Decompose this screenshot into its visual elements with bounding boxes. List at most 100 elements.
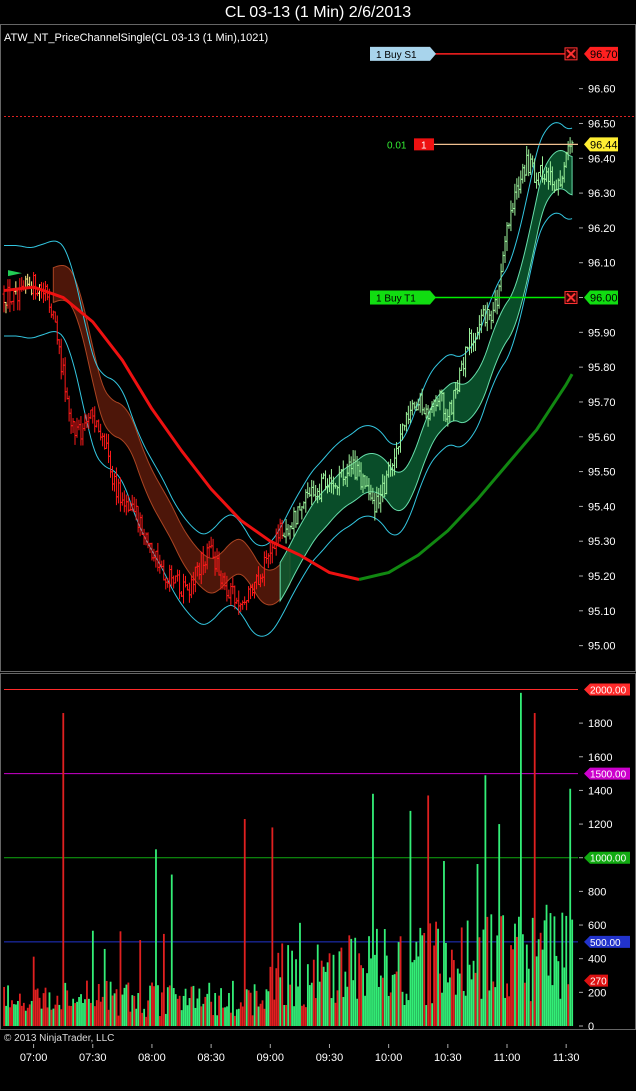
volume-bar bbox=[393, 974, 396, 1026]
price-tick-label: 96.20 bbox=[588, 223, 616, 235]
volume-bar bbox=[316, 944, 319, 1026]
order-label-arrow bbox=[430, 46, 436, 61]
volume-bar bbox=[523, 982, 526, 1026]
volume-bar bbox=[125, 984, 128, 1026]
volume-bar bbox=[208, 982, 211, 1026]
volume-bar bbox=[389, 992, 392, 1026]
last-volume-label: 270 bbox=[590, 977, 607, 988]
volume-bar bbox=[239, 1002, 242, 1026]
volume-bar bbox=[364, 995, 366, 1026]
volume-bar bbox=[360, 965, 363, 1026]
volume-bar bbox=[212, 1015, 215, 1026]
volume-bar bbox=[50, 1009, 53, 1026]
volume-bar bbox=[476, 864, 479, 1026]
volume-bar bbox=[139, 940, 142, 1026]
volume-bar bbox=[44, 987, 47, 1026]
volume-bar bbox=[82, 1002, 84, 1026]
volume-bar bbox=[121, 994, 124, 1026]
volume-bar bbox=[314, 998, 317, 1026]
volume-bar bbox=[303, 1004, 305, 1026]
volume-bar bbox=[70, 1005, 73, 1026]
volume-bar bbox=[281, 943, 284, 1026]
volume-bar bbox=[433, 945, 436, 1026]
volume-bar bbox=[196, 998, 199, 1026]
volume-bar bbox=[527, 968, 530, 1026]
volume-bar bbox=[510, 945, 512, 1026]
volume-bar bbox=[397, 942, 400, 1026]
volume-bar bbox=[417, 956, 420, 1026]
volume-bar bbox=[80, 994, 82, 1026]
volume-bar bbox=[127, 982, 130, 1026]
volume-bar bbox=[287, 945, 290, 1026]
volume-bar bbox=[56, 995, 59, 1026]
volume-bar bbox=[243, 819, 246, 1026]
volume-bar bbox=[445, 942, 447, 1026]
volume-bar bbox=[210, 1001, 213, 1026]
volume-bar bbox=[283, 1005, 286, 1026]
channel-band-green bbox=[279, 149, 573, 603]
volume-bar bbox=[381, 977, 384, 1026]
volume-bar bbox=[508, 996, 510, 1026]
volume-bar bbox=[435, 921, 437, 1026]
volume-bar bbox=[346, 986, 349, 1026]
volume-bar bbox=[123, 987, 126, 1026]
volume-hline-label: 500.00 bbox=[590, 938, 621, 949]
volume-bar bbox=[529, 1001, 532, 1026]
volume-bar bbox=[218, 995, 221, 1026]
volume-bar bbox=[26, 1007, 29, 1026]
volume-bar bbox=[563, 967, 566, 1026]
volume-bar bbox=[192, 985, 195, 1026]
volume-bar bbox=[237, 1008, 240, 1026]
volume-bar bbox=[66, 990, 69, 1026]
volume-bar bbox=[324, 971, 327, 1026]
price-tick-label: 96.10 bbox=[588, 258, 616, 270]
volume-bar bbox=[180, 1010, 183, 1026]
volume-bar bbox=[200, 1006, 203, 1026]
time-tick-label: 08:00 bbox=[138, 1052, 166, 1064]
volume-bar bbox=[164, 1013, 167, 1026]
volume-bar bbox=[22, 1002, 25, 1026]
volume-bar bbox=[68, 1005, 71, 1026]
volume-bar bbox=[301, 1005, 303, 1026]
volume-bar bbox=[162, 933, 165, 1026]
volume-bar bbox=[216, 1015, 219, 1026]
volume-bar bbox=[486, 916, 489, 1026]
volume-hline-label: 1000.00 bbox=[590, 854, 627, 865]
time-tick-label: 08:30 bbox=[197, 1052, 225, 1064]
volume-bar bbox=[204, 996, 207, 1026]
volume-bar bbox=[415, 941, 418, 1026]
volume-bar bbox=[13, 1004, 15, 1026]
volume-bar bbox=[310, 982, 313, 1026]
copyright-label: © 2013 NinjaTrader, LLC bbox=[4, 1033, 115, 1044]
volume-bar bbox=[456, 968, 459, 1026]
volume-tick-label: 1800 bbox=[588, 718, 612, 730]
volume-bar bbox=[334, 1002, 337, 1026]
volume-bar bbox=[299, 922, 301, 1026]
volume-bar bbox=[429, 923, 432, 1026]
volume-bar bbox=[58, 1004, 61, 1026]
volume-bar bbox=[304, 1007, 307, 1026]
volume-bar bbox=[518, 916, 520, 1026]
volume-bar bbox=[547, 975, 550, 1026]
price-tick-label: 95.80 bbox=[588, 362, 616, 374]
order-label: 1 Buy S1 bbox=[376, 50, 417, 61]
chart-canvas[interactable]: 95.00 95.10 95.20 95.30 95.40 95.50 95.60 95.70… bbox=[0, 0, 636, 1091]
volume-bar bbox=[494, 987, 497, 1026]
volume-bar bbox=[557, 961, 560, 1026]
volume-bar bbox=[153, 986, 155, 1026]
volume-bar bbox=[447, 982, 449, 1026]
volume-bar bbox=[350, 938, 353, 1026]
time-tick-label: 11:30 bbox=[553, 1052, 580, 1064]
volume-bar bbox=[267, 991, 270, 1026]
volume-bar bbox=[271, 827, 274, 1026]
order-label-arrow bbox=[430, 290, 436, 305]
volume-bar bbox=[190, 986, 193, 1026]
volume-bar bbox=[330, 998, 333, 1026]
volume-bar bbox=[571, 919, 574, 1026]
volume-bar bbox=[277, 952, 280, 1026]
volume-bar bbox=[107, 1009, 110, 1026]
volume-bar bbox=[539, 932, 542, 1026]
volume-tick-label: 1400 bbox=[588, 785, 612, 797]
volume-bar bbox=[20, 1005, 23, 1026]
volume-bar bbox=[470, 979, 473, 1026]
